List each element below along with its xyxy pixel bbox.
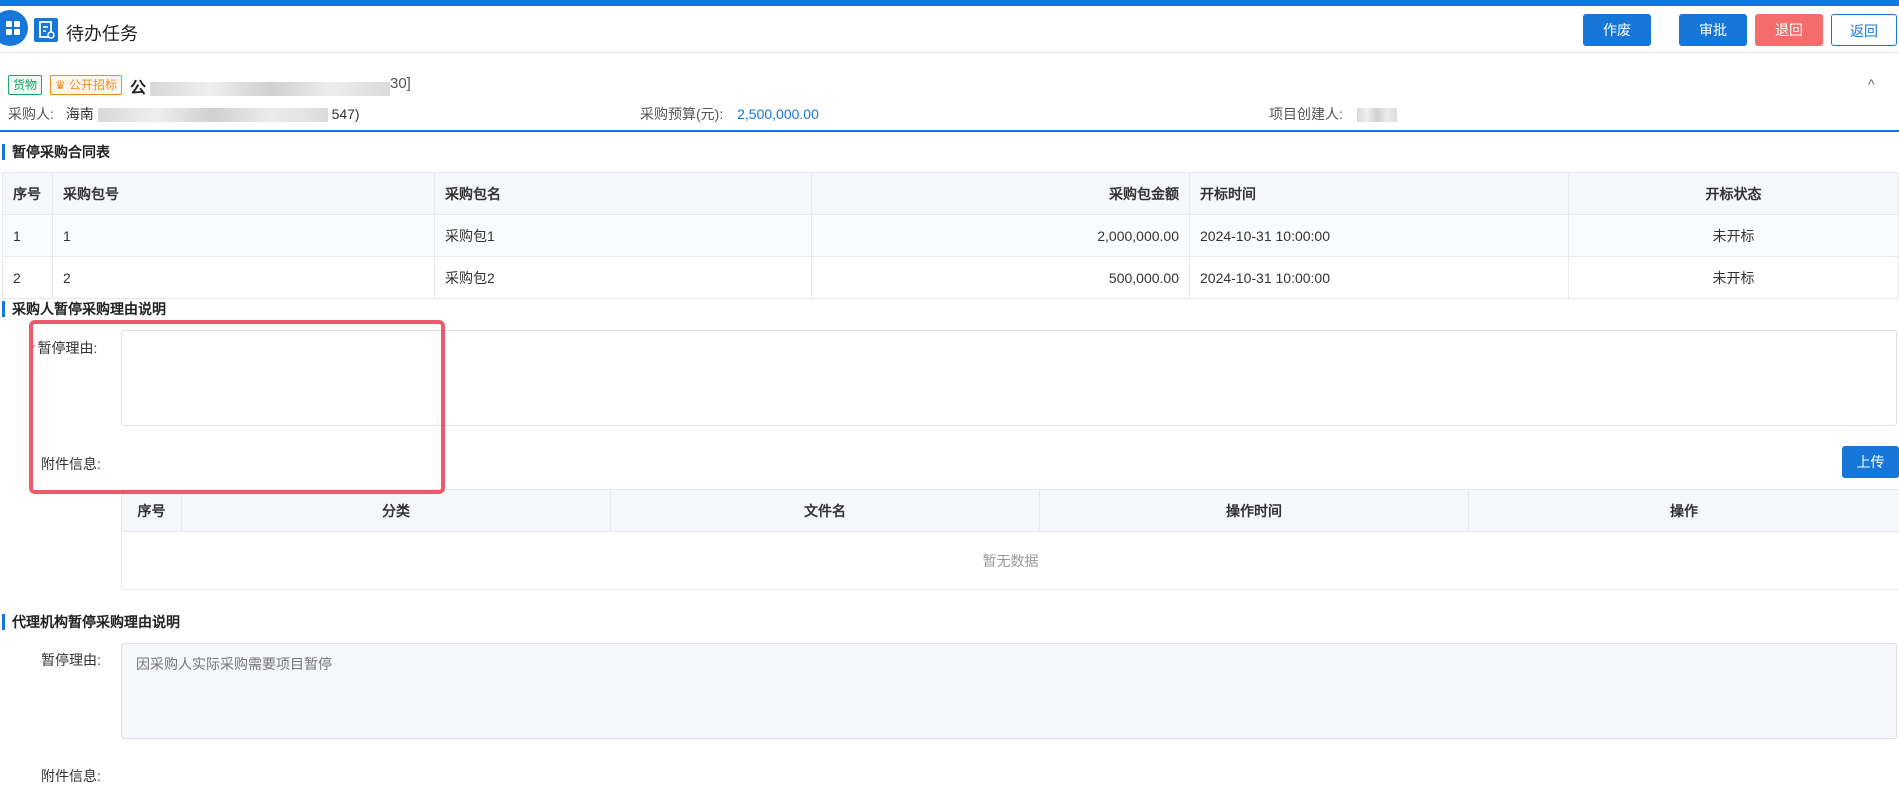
attachment-table: 序号 分类 文件名 操作时间 操作 暂无数据 — [121, 489, 1899, 590]
project-name: 公 — [130, 74, 391, 98]
collapse-chevron-icon[interactable]: ^ — [1868, 76, 1875, 92]
redacted-text — [97, 108, 328, 123]
agency-reason-input — [121, 643, 1897, 739]
project-code-suffix: 30] — [390, 75, 411, 92]
table-header-row: 序号 分类 文件名 操作时间 操作 — [121, 489, 1899, 532]
page-header: 待办任务 作废 审批 退回 返回 — [0, 6, 1899, 53]
creator-info: 项目创建人: — [1269, 104, 1397, 124]
table-row[interactable]: 1 1 采购包1 2,000,000.00 2024-10-31 10:00:0… — [2, 214, 1899, 257]
page-title: 待办任务 — [66, 24, 138, 44]
goods-tag: 货物 — [8, 75, 43, 95]
agency-reason-label: 暂停理由: — [41, 652, 101, 668]
redacted-text — [150, 81, 391, 96]
table-row[interactable]: 2 2 采购包2 500,000.00 2024-10-31 10:00:00 … — [2, 256, 1899, 299]
purchaser-info: 采购人: 海南 547) — [8, 106, 360, 123]
budget-info: 采购预算(元): 2,500,000.00 — [640, 106, 819, 122]
empty-state: 暂无数据 — [121, 531, 1899, 590]
purchaser-reason-title: 采购人暂停采购理由说明 — [0, 300, 166, 318]
contract-table: 序号 采购包号 采购包名 采购包金额 开标时间 开标状态 1 1 采购包1 2,… — [2, 172, 1899, 299]
apps-grid-icon[interactable] — [0, 10, 28, 46]
highlight-annotation-box — [29, 320, 445, 494]
approve-button[interactable]: 审批 — [1679, 14, 1747, 46]
agency-attachment-label: 附件信息: — [41, 768, 101, 784]
void-button[interactable]: 作废 — [1583, 14, 1651, 46]
summary-divider — [0, 130, 1899, 132]
crown-icon: ♛ — [54, 78, 66, 92]
project-tags: 货物 ♛ 公开招标 — [8, 75, 126, 95]
table-header-row: 序号 采购包号 采购包名 采购包金额 开标时间 开标状态 — [2, 172, 1899, 215]
back-button[interactable]: 返回 — [1831, 14, 1897, 46]
task-document-icon — [34, 18, 58, 42]
redacted-text — [1356, 108, 1397, 123]
public-tender-tag: ♛ 公开招标 — [49, 75, 123, 95]
contract-section-title: 暂停采购合同表 — [0, 143, 110, 161]
agency-reason-title: 代理机构暂停采购理由说明 — [0, 613, 180, 631]
upload-button[interactable]: 上传 — [1842, 446, 1899, 478]
return-back-button[interactable]: 退回 — [1755, 14, 1823, 46]
